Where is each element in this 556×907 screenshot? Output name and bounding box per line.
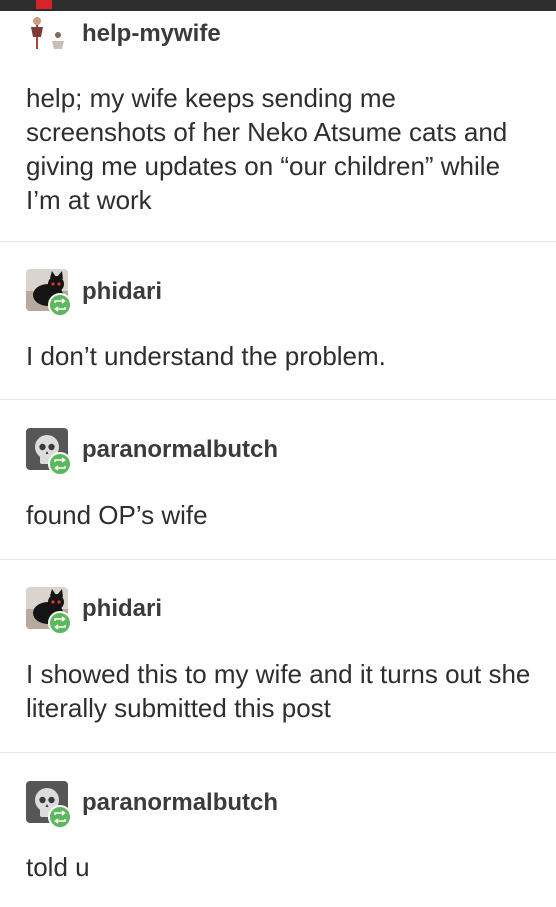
reply-post: phidari I showed this to my wife and it …: [0, 560, 556, 753]
op-username[interactable]: help-mywife: [82, 20, 221, 48]
reply-username[interactable]: paranormalbutch: [82, 789, 278, 817]
reply-post: paranormalbutch found OP’s wife: [0, 400, 556, 560]
reply-post: phidari I don’t understand the problem.: [0, 242, 556, 400]
reblog-icon: [48, 611, 72, 635]
reply-text: found OP’s wife: [26, 500, 208, 530]
op-post: help-mywife help; my wife keeps sending …: [0, 11, 556, 242]
reblog-icon: [48, 805, 72, 829]
reply-text: told u: [26, 852, 90, 882]
top-bar-accent: [36, 0, 52, 9]
top-bar: [0, 0, 556, 11]
reply-text: I don’t understand the problem.: [26, 341, 386, 371]
reblog-icon: [48, 452, 72, 476]
reply-username[interactable]: paranormalbutch: [82, 436, 278, 464]
reply-text: I showed this to my wife and it turns ou…: [26, 659, 531, 723]
reblog-icon: [48, 293, 72, 317]
op-avatar-icon[interactable]: [26, 13, 70, 51]
reply-username[interactable]: phidari: [82, 595, 162, 623]
op-post-text: help; my wife keeps sending me screensho…: [26, 83, 508, 215]
reply-username[interactable]: phidari: [82, 278, 162, 306]
reply-post: paranormalbutch told u: [0, 753, 556, 907]
